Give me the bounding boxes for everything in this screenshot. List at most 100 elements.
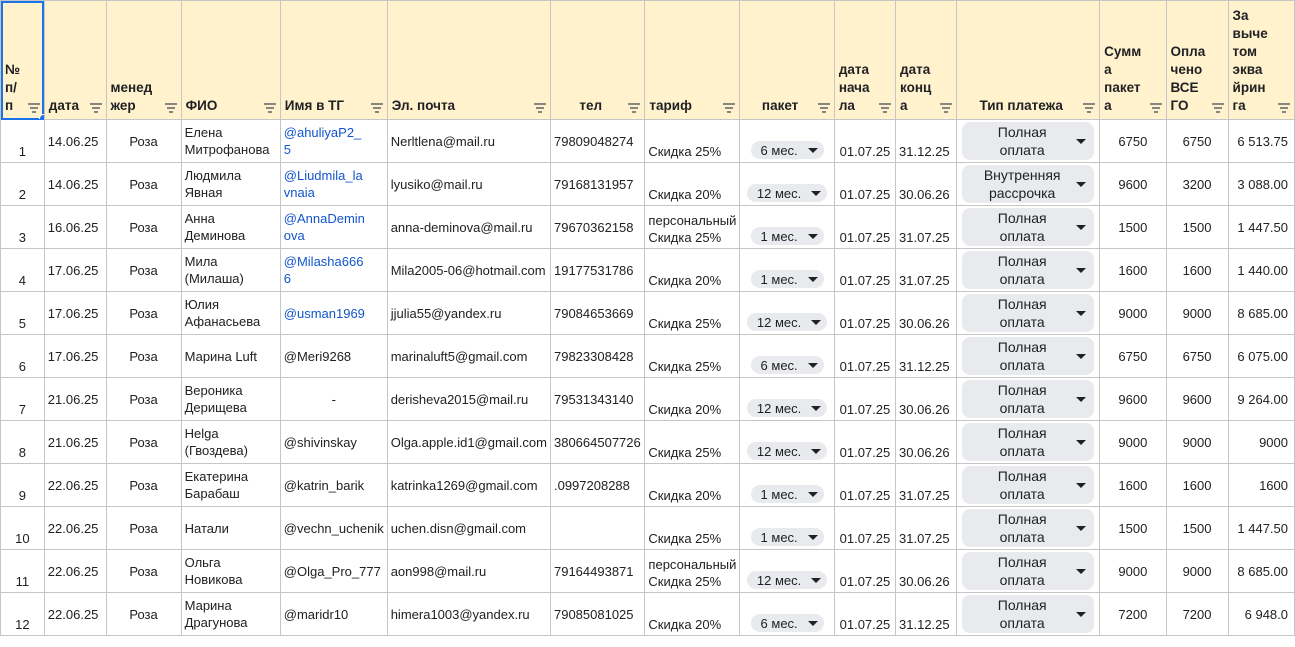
cell-paid[interactable]: 7200 <box>1165 592 1229 636</box>
table-row[interactable]: 5 17.06.25 Роза Юлия Афанасьева @usman19… <box>0 291 1295 335</box>
cell-date[interactable]: 22.06.25 <box>43 463 107 507</box>
cell-paid[interactable]: 1600 <box>1165 463 1229 507</box>
cell-end[interactable]: 30.06.26 <box>895 291 958 335</box>
package-dropdown[interactable]: 1 мес. <box>750 528 824 546</box>
cell-date[interactable]: 14.06.25 <box>43 162 107 206</box>
cell-n[interactable]: 3 <box>0 205 45 249</box>
filter-icon[interactable] <box>27 103 40 113</box>
cell-package[interactable]: 6 мес. <box>739 334 835 378</box>
cell-email[interactable]: uchen.disn@gmail.com <box>386 506 551 550</box>
cell-paid[interactable]: 6750 <box>1165 334 1229 378</box>
cell-net[interactable]: 9000 <box>1227 420 1295 464</box>
paytype-dropdown[interactable]: Полная оплата <box>962 122 1095 160</box>
cell-paid[interactable]: 3200 <box>1165 162 1229 206</box>
cell-fio[interactable]: Елена Митрофанова <box>180 119 281 163</box>
cell-n[interactable]: 4 <box>0 248 45 292</box>
paytype-dropdown[interactable]: Внутренняя рассрочка <box>962 165 1095 203</box>
cell-start[interactable]: 01.07.25 <box>833 248 897 292</box>
paytype-dropdown[interactable]: Полная оплата <box>962 337 1095 375</box>
cell-tg[interactable]: @maridr10 <box>279 592 388 636</box>
cell-end[interactable]: 31.12.25 <box>895 334 958 378</box>
cell-sum[interactable]: 9000 <box>1099 291 1167 335</box>
paytype-dropdown[interactable]: Полная оплата <box>962 380 1095 418</box>
cell-package[interactable]: 1 мес. <box>739 506 835 550</box>
cell-tel[interactable] <box>549 506 646 550</box>
filter-icon[interactable] <box>1278 103 1290 113</box>
cell-tariff[interactable]: Скидка 25% <box>644 119 741 163</box>
cell-manager[interactable]: Роза <box>105 463 182 507</box>
cell-paytype[interactable]: Внутренняя рассрочка <box>956 162 1101 206</box>
header-tariff[interactable]: тариф <box>644 0 741 120</box>
cell-net[interactable]: 8 685.00 <box>1227 549 1295 593</box>
cell-date[interactable]: 22.06.25 <box>43 506 107 550</box>
table-row[interactable]: 1 14.06.25 Роза Елена Митрофанова @ahuli… <box>0 119 1295 163</box>
cell-tariff[interactable]: Скидка 25% <box>644 506 741 550</box>
cell-paid[interactable]: 6750 <box>1165 119 1229 163</box>
filter-icon[interactable] <box>628 103 641 113</box>
cell-manager[interactable]: Роза <box>105 377 182 421</box>
header-manager[interactable]: менед жер <box>105 0 182 120</box>
paytype-dropdown[interactable]: Полная оплата <box>962 294 1095 332</box>
cell-net[interactable]: 1 440.00 <box>1227 248 1295 292</box>
cell-paytype[interactable]: Полная оплата <box>956 420 1101 464</box>
cell-end[interactable]: 30.06.26 <box>895 549 958 593</box>
cell-tariff[interactable]: Скидка 20% <box>644 162 741 206</box>
cell-package[interactable]: 1 мес. <box>739 205 835 249</box>
filter-icon[interactable] <box>879 103 892 113</box>
cell-paid[interactable]: 9000 <box>1165 291 1229 335</box>
cell-paytype[interactable]: Полная оплата <box>956 377 1101 421</box>
cell-sum[interactable]: 9000 <box>1099 420 1167 464</box>
cell-tariff[interactable]: Скидка 25% <box>644 420 741 464</box>
cell-tariff[interactable]: Скидка 25% <box>644 334 741 378</box>
table-row[interactable]: 9 22.06.25 Роза Екатерина Барабаш @katri… <box>0 463 1295 507</box>
table-row[interactable]: 3 16.06.25 Роза Анна Деминова @AnnaDemin… <box>0 205 1295 249</box>
cell-date[interactable]: 17.06.25 <box>43 334 107 378</box>
cell-date[interactable]: 21.06.25 <box>43 377 107 421</box>
cell-paytype[interactable]: Полная оплата <box>956 506 1101 550</box>
package-dropdown[interactable]: 6 мес. <box>750 356 824 374</box>
cell-date[interactable]: 22.06.25 <box>43 592 107 636</box>
cell-tg[interactable]: @vechn_uchenik <box>279 506 388 550</box>
cell-net[interactable]: 6 513.75 <box>1227 119 1295 163</box>
cell-tel[interactable]: 79531343140 <box>549 377 646 421</box>
package-dropdown[interactable]: 12 мес. <box>746 442 828 460</box>
cell-paytype[interactable]: Полная оплата <box>956 549 1101 593</box>
cell-n[interactable]: 6 <box>0 334 45 378</box>
cell-package[interactable]: 12 мес. <box>739 420 835 464</box>
cell-tariff[interactable]: персональный Скидка 25% <box>644 205 741 249</box>
cell-paytype[interactable]: Полная оплата <box>956 119 1101 163</box>
cell-email[interactable]: Nerltlena@mail.ru <box>386 119 551 163</box>
cell-sum[interactable]: 1600 <box>1099 463 1167 507</box>
cell-fio[interactable]: Юлия Афанасьева <box>180 291 281 335</box>
cell-tg[interactable]: @ahuliyaP2_ 5 <box>279 119 388 163</box>
package-dropdown[interactable]: 12 мес. <box>746 399 828 417</box>
cell-tel[interactable]: 79085081025 <box>549 592 646 636</box>
table-row[interactable]: 12 22.06.25 Роза Марина Драгунова @marid… <box>0 592 1295 636</box>
cell-paid[interactable]: 9000 <box>1165 420 1229 464</box>
cell-paid[interactable]: 1600 <box>1165 248 1229 292</box>
cell-n[interactable]: 12 <box>0 592 45 636</box>
cell-net[interactable]: 1 447.50 <box>1227 506 1295 550</box>
cell-fio[interactable]: Марина Luft <box>180 334 281 378</box>
cell-manager[interactable]: Роза <box>105 205 182 249</box>
cell-tg[interactable]: - <box>279 377 388 421</box>
cell-start[interactable]: 01.07.25 <box>833 463 897 507</box>
header-paid[interactable]: Опла чено ВСЕ ГО <box>1165 0 1229 120</box>
header-package[interactable]: пакет <box>739 0 835 120</box>
cell-tariff[interactable]: Скидка 20% <box>644 377 741 421</box>
cell-net[interactable]: 9 264.00 <box>1227 377 1295 421</box>
cell-start[interactable]: 01.07.25 <box>833 334 897 378</box>
filter-icon[interactable] <box>164 103 177 113</box>
table-row[interactable]: 2 14.06.25 Роза Людмила Явная @Liudmila_… <box>0 162 1295 206</box>
cell-n[interactable]: 7 <box>0 377 45 421</box>
cell-fio[interactable]: Людмила Явная <box>180 162 281 206</box>
cell-email[interactable]: aon998@mail.ru <box>386 549 551 593</box>
package-dropdown[interactable]: 6 мес. <box>750 614 824 632</box>
cell-n[interactable]: 8 <box>0 420 45 464</box>
cell-paid[interactable]: 9000 <box>1165 549 1229 593</box>
paytype-dropdown[interactable]: Полная оплата <box>962 595 1095 633</box>
cell-paid[interactable]: 9600 <box>1165 377 1229 421</box>
cell-email[interactable]: jjulia55@yandex.ru <box>386 291 551 335</box>
cell-email[interactable]: katrinka1269@gmail.com <box>386 463 551 507</box>
cell-sum[interactable]: 1600 <box>1099 248 1167 292</box>
